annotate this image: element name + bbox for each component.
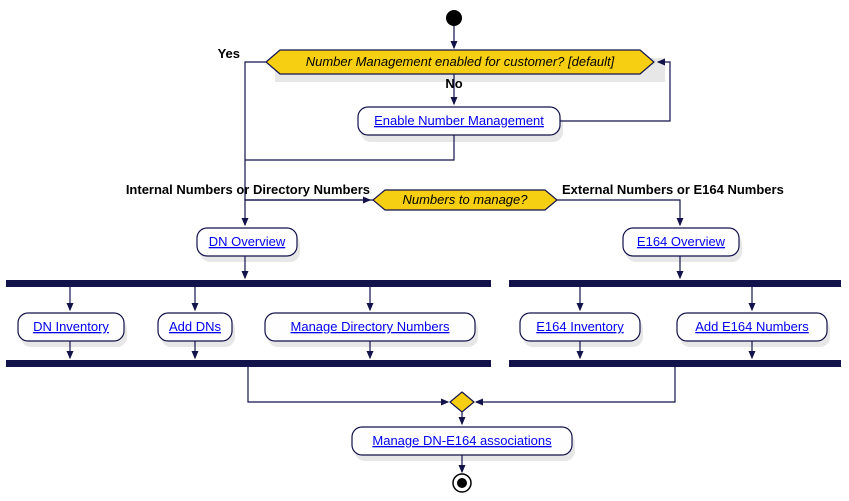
svg-text:E164 Inventory: E164 Inventory [536,319,624,334]
fork-bar-left [6,280,491,287]
svg-text:Enable Number Management: Enable Number Management [374,113,544,128]
dn-overview[interactable]: DN Overview [197,228,300,262]
end-node [457,478,467,488]
branch-external: External Numbers or E164 Numbers [562,182,784,197]
svg-text:Number Management enabled for: Number Management enabled for customer? … [306,54,615,69]
branch-yes: Yes [218,46,240,61]
decision-customer-enabled: Number Management enabled for customer? … [266,50,665,82]
svg-text:Manage Directory Numbers: Manage Directory Numbers [291,319,450,334]
fork-bar-right [509,280,841,287]
join-bar-right [509,360,841,367]
add-dns[interactable]: Add DNs [158,313,235,347]
svg-text:Manage DN-E164 associations: Manage DN-E164 associations [372,433,552,448]
svg-text:DN Overview: DN Overview [209,234,286,249]
decision-numbers-to-manage: Numbers to manage? [373,190,557,210]
manage-dn-e164-associations[interactable]: Manage DN-E164 associations [352,427,575,461]
dn-inventory[interactable]: DN Inventory [18,313,127,347]
start-node [446,10,462,26]
manage-directory-numbers[interactable]: Manage Directory Numbers [265,313,478,347]
join-bar-left [6,360,491,367]
e164-inventory[interactable]: E164 Inventory [520,313,643,347]
svg-text:Add DNs: Add DNs [169,319,222,334]
svg-text:DN Inventory: DN Inventory [33,319,109,334]
add-e164-numbers[interactable]: Add E164 Numbers [677,313,830,347]
svg-text:Add E164 Numbers: Add E164 Numbers [695,319,809,334]
merge-diamond [450,392,474,412]
branch-internal: Internal Numbers or Directory Numbers [126,182,370,197]
e164-overview[interactable]: E164 Overview [623,228,742,262]
svg-text:Numbers to manage?: Numbers to manage? [402,192,528,207]
enable-number-management[interactable]: Enable Number Management [358,107,563,142]
svg-text:E164 Overview: E164 Overview [637,234,726,249]
